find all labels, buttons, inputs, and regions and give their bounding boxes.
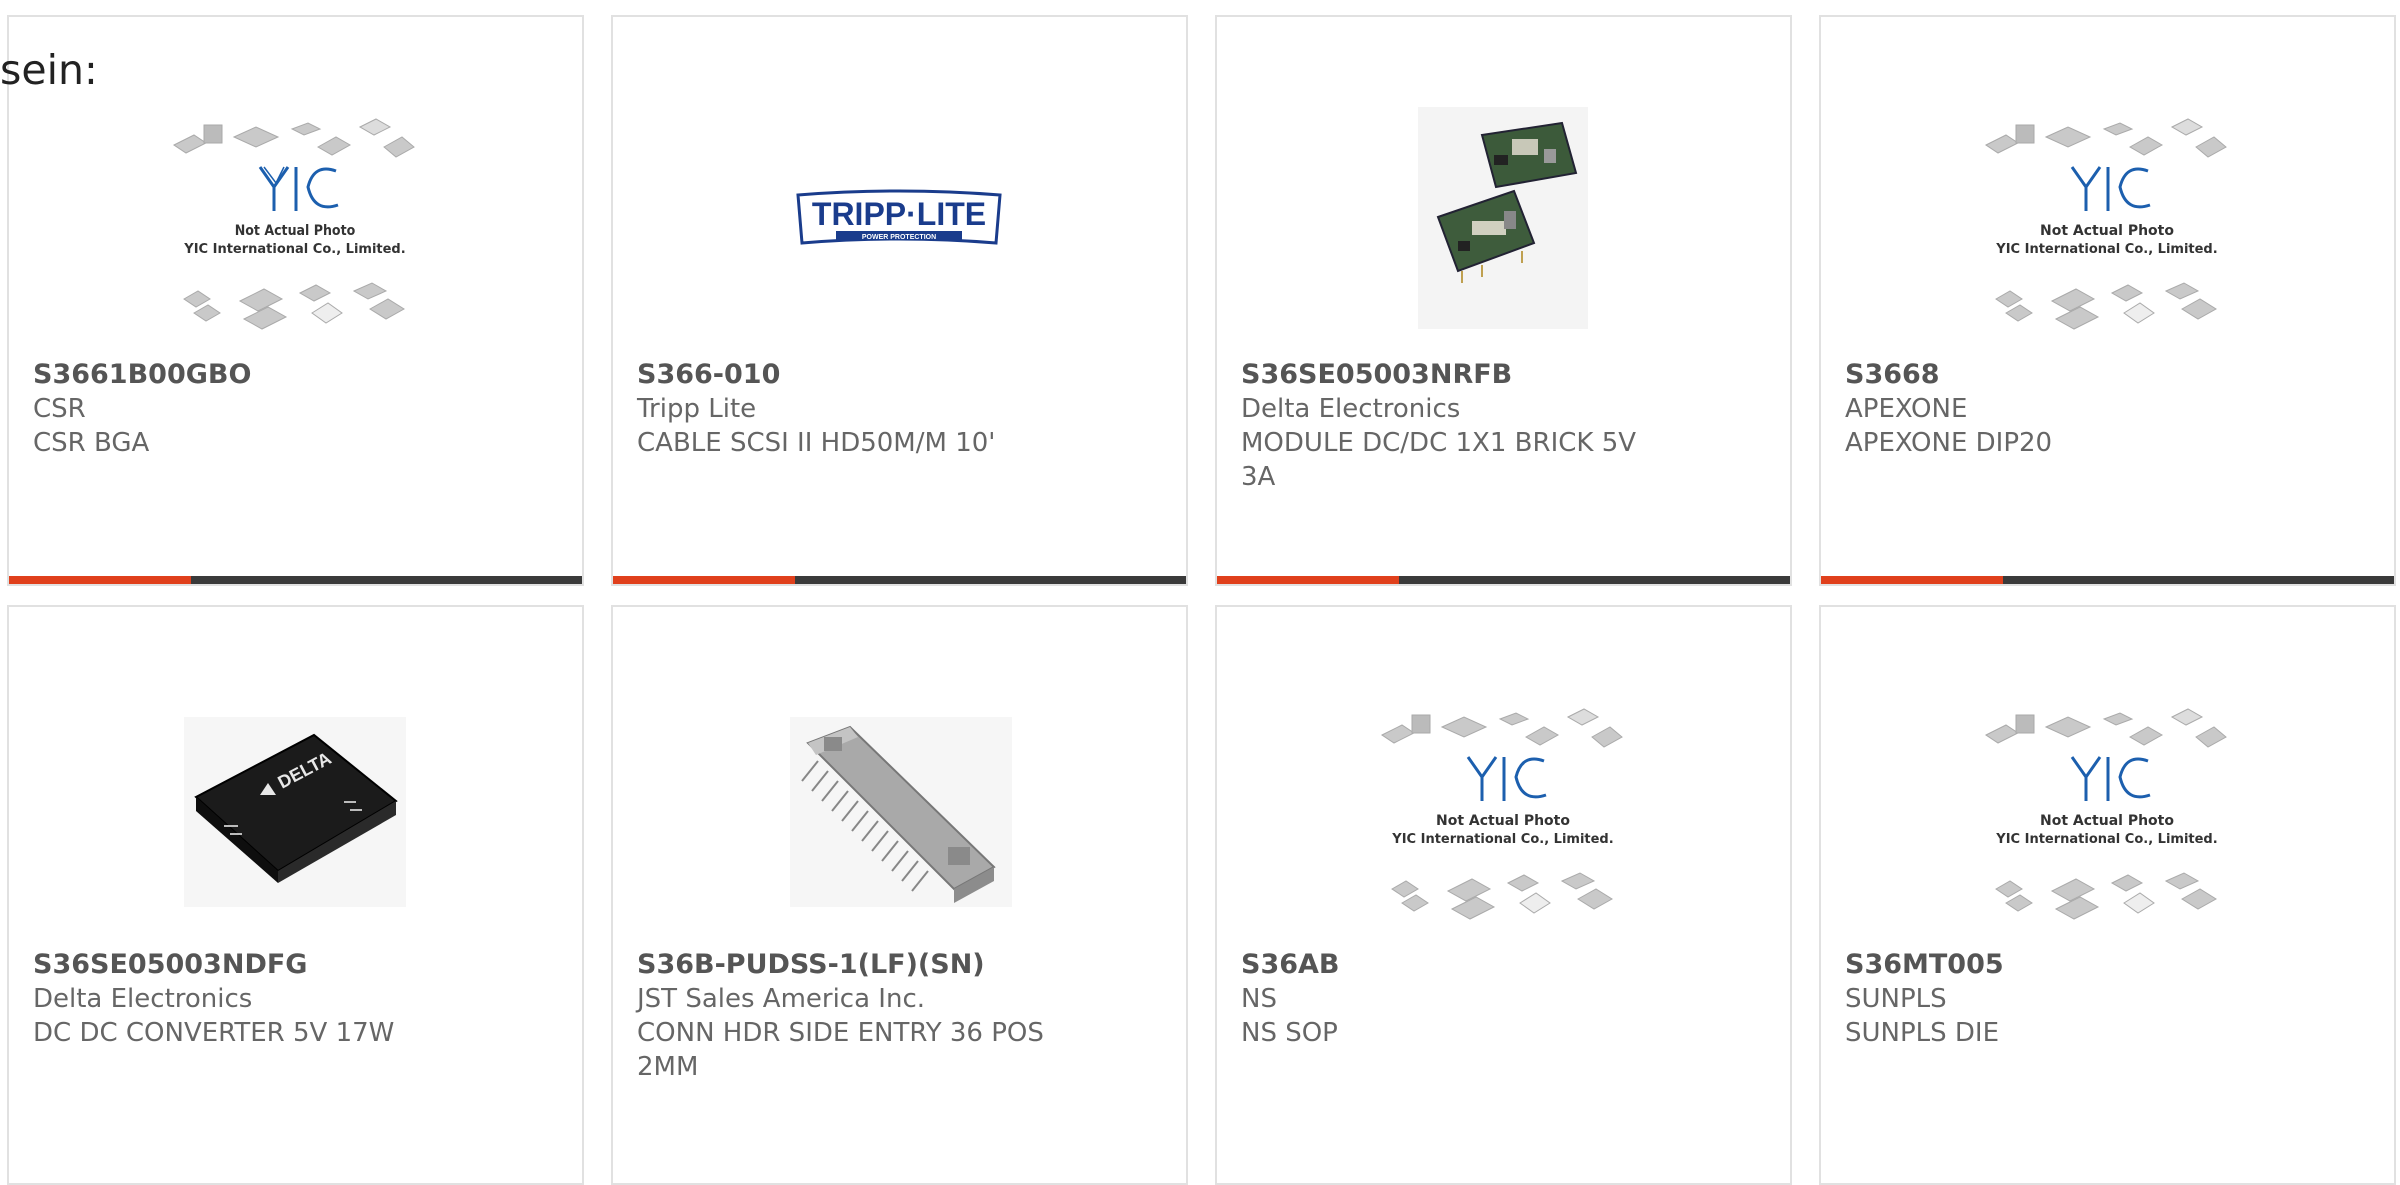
manufacturer: SUNPLS <box>1845 984 1947 1014</box>
manufacturer: NS <box>1241 984 1277 1014</box>
placeholder-text: YIC International Co., Limited. <box>1391 832 1613 847</box>
dc-dc-module-icon <box>1372 87 1634 349</box>
logo-subtext: POWER PROTECTION <box>862 234 936 241</box>
description: DC DC CONVERTER 5V 17W <box>33 1018 395 1048</box>
card-bar <box>1821 576 2394 584</box>
part-number[interactable]: S36B-PUDSS-1(LF)(SN) <box>637 948 1166 982</box>
manufacturer: Delta Electronics <box>1241 394 1461 424</box>
part-number[interactable]: S3668 <box>1845 358 2374 392</box>
placeholder-text: YIC International Co., Limited. <box>1995 242 2217 257</box>
card-bar <box>613 576 1186 584</box>
placeholder-text: Not Actual Photo <box>2040 223 2174 239</box>
placeholder-text: YIC International Co., Limited. <box>183 242 405 257</box>
manufacturer: CSR <box>33 394 86 424</box>
delta-converter-icon: DELTA <box>164 677 426 939</box>
part-number[interactable]: S366-010 <box>637 358 1166 392</box>
not-actual-photo-icon: Not Actual Photo YIC International Co., … <box>164 87 426 349</box>
product-card[interactable]: Not Actual Photo YIC International Co., … <box>1215 605 1792 1185</box>
product-card[interactable]: S36SE05003NRFB Delta Electronics MODULE … <box>1215 15 1792 586</box>
not-actual-photo-icon: Not Actual Photo YIC International Co., … <box>1372 677 1634 939</box>
product-card[interactable]: S36B-PUDSS-1(LF)(SN) JST Sales America I… <box>611 605 1188 1185</box>
not-actual-photo-icon: Not Actual Photo YIC International Co., … <box>1976 677 2238 939</box>
description: APEXONE DIP20 <box>1845 428 2053 458</box>
not-actual-photo-icon: Not Actual Photo YIC International Co., … <box>1976 87 2238 349</box>
description: NS SOP <box>1241 1018 1338 1048</box>
placeholder-text: Not Actual Photo <box>1436 813 1570 829</box>
connector-header-icon <box>768 677 1030 939</box>
placeholder-text: Not Actual Photo <box>235 223 356 239</box>
manufacturer: JST Sales America Inc. <box>637 984 926 1014</box>
description: SUNPLS DIE <box>1845 1018 2000 1048</box>
description: CSR BGA <box>33 428 150 458</box>
card-bar-accent <box>1217 576 1399 584</box>
product-card[interactable]: DELTA S36SE05003NDFG Delta Electronics D… <box>7 605 584 1185</box>
placeholder-text: Not Actual Photo <box>2040 813 2174 829</box>
placeholder-text: YIC International Co., Limited. <box>1995 832 2217 847</box>
description: CABLE SCSI II HD50M/M 10' <box>637 428 996 458</box>
description: MODULE DC/DC 1X1 BRICK 5V 3A <box>1241 428 1637 492</box>
manufacturer: Delta Electronics <box>33 984 253 1014</box>
product-card[interactable]: Not Actual Photo YIC International Co., … <box>1819 605 2396 1185</box>
logo-text: TRIPP·LITE <box>812 196 986 232</box>
section-label: sein: <box>0 46 98 94</box>
manufacturer: APEXONE <box>1845 394 1968 424</box>
card-bar-accent <box>1821 576 2003 584</box>
part-number[interactable]: S36MT005 <box>1845 948 2374 982</box>
part-number[interactable]: S36AB <box>1241 948 1770 982</box>
card-bar <box>1217 576 1790 584</box>
part-number[interactable]: S36SE05003NDFG <box>33 948 562 982</box>
product-card[interactable]: TRIPP·LITE POWER PROTECTION S366-010 Tri… <box>611 15 1188 586</box>
manufacturer: Tripp Lite <box>637 394 757 424</box>
card-bar-accent <box>9 576 191 584</box>
card-bar-accent <box>613 576 795 584</box>
product-card[interactable]: Not Actual Photo YIC International Co., … <box>7 15 584 586</box>
part-number[interactable]: S36SE05003NRFB <box>1241 358 1770 392</box>
description: CONN HDR SIDE ENTRY 36 POS 2MM <box>637 1018 1044 1082</box>
card-bar <box>9 576 582 584</box>
product-card[interactable]: Not Actual Photo YIC International Co., … <box>1819 15 2396 586</box>
tripp-lite-logo-icon: TRIPP·LITE POWER PROTECTION <box>768 87 1030 349</box>
part-number[interactable]: S3661B00GBO <box>33 358 562 392</box>
